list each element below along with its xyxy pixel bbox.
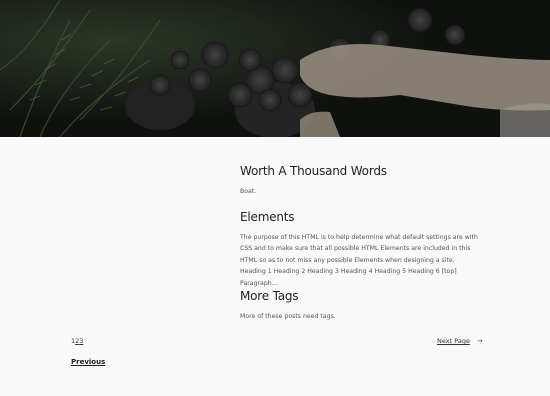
post-title[interactable]: Worth A Thousand Words	[240, 164, 387, 178]
page-link[interactable]: 3	[79, 337, 83, 345]
next-page-label[interactable]: Next Page	[437, 337, 470, 345]
arrow-right-icon: →	[476, 337, 483, 345]
hero-image	[0, 0, 550, 137]
post-title[interactable]: Elements	[240, 210, 295, 224]
post-excerpt: More of these posts need tags.	[240, 313, 336, 320]
post-excerpt: The purpose of this HTML is to help dete…	[240, 234, 478, 287]
plant-pot-photo	[0, 0, 550, 137]
next-page-link[interactable]: Next Page →	[437, 337, 482, 345]
previous-link[interactable]: Previous	[71, 358, 105, 366]
pagination: 123	[71, 337, 83, 345]
post-title[interactable]: More Tags	[240, 289, 299, 303]
post-excerpt: Boat.	[240, 188, 257, 195]
